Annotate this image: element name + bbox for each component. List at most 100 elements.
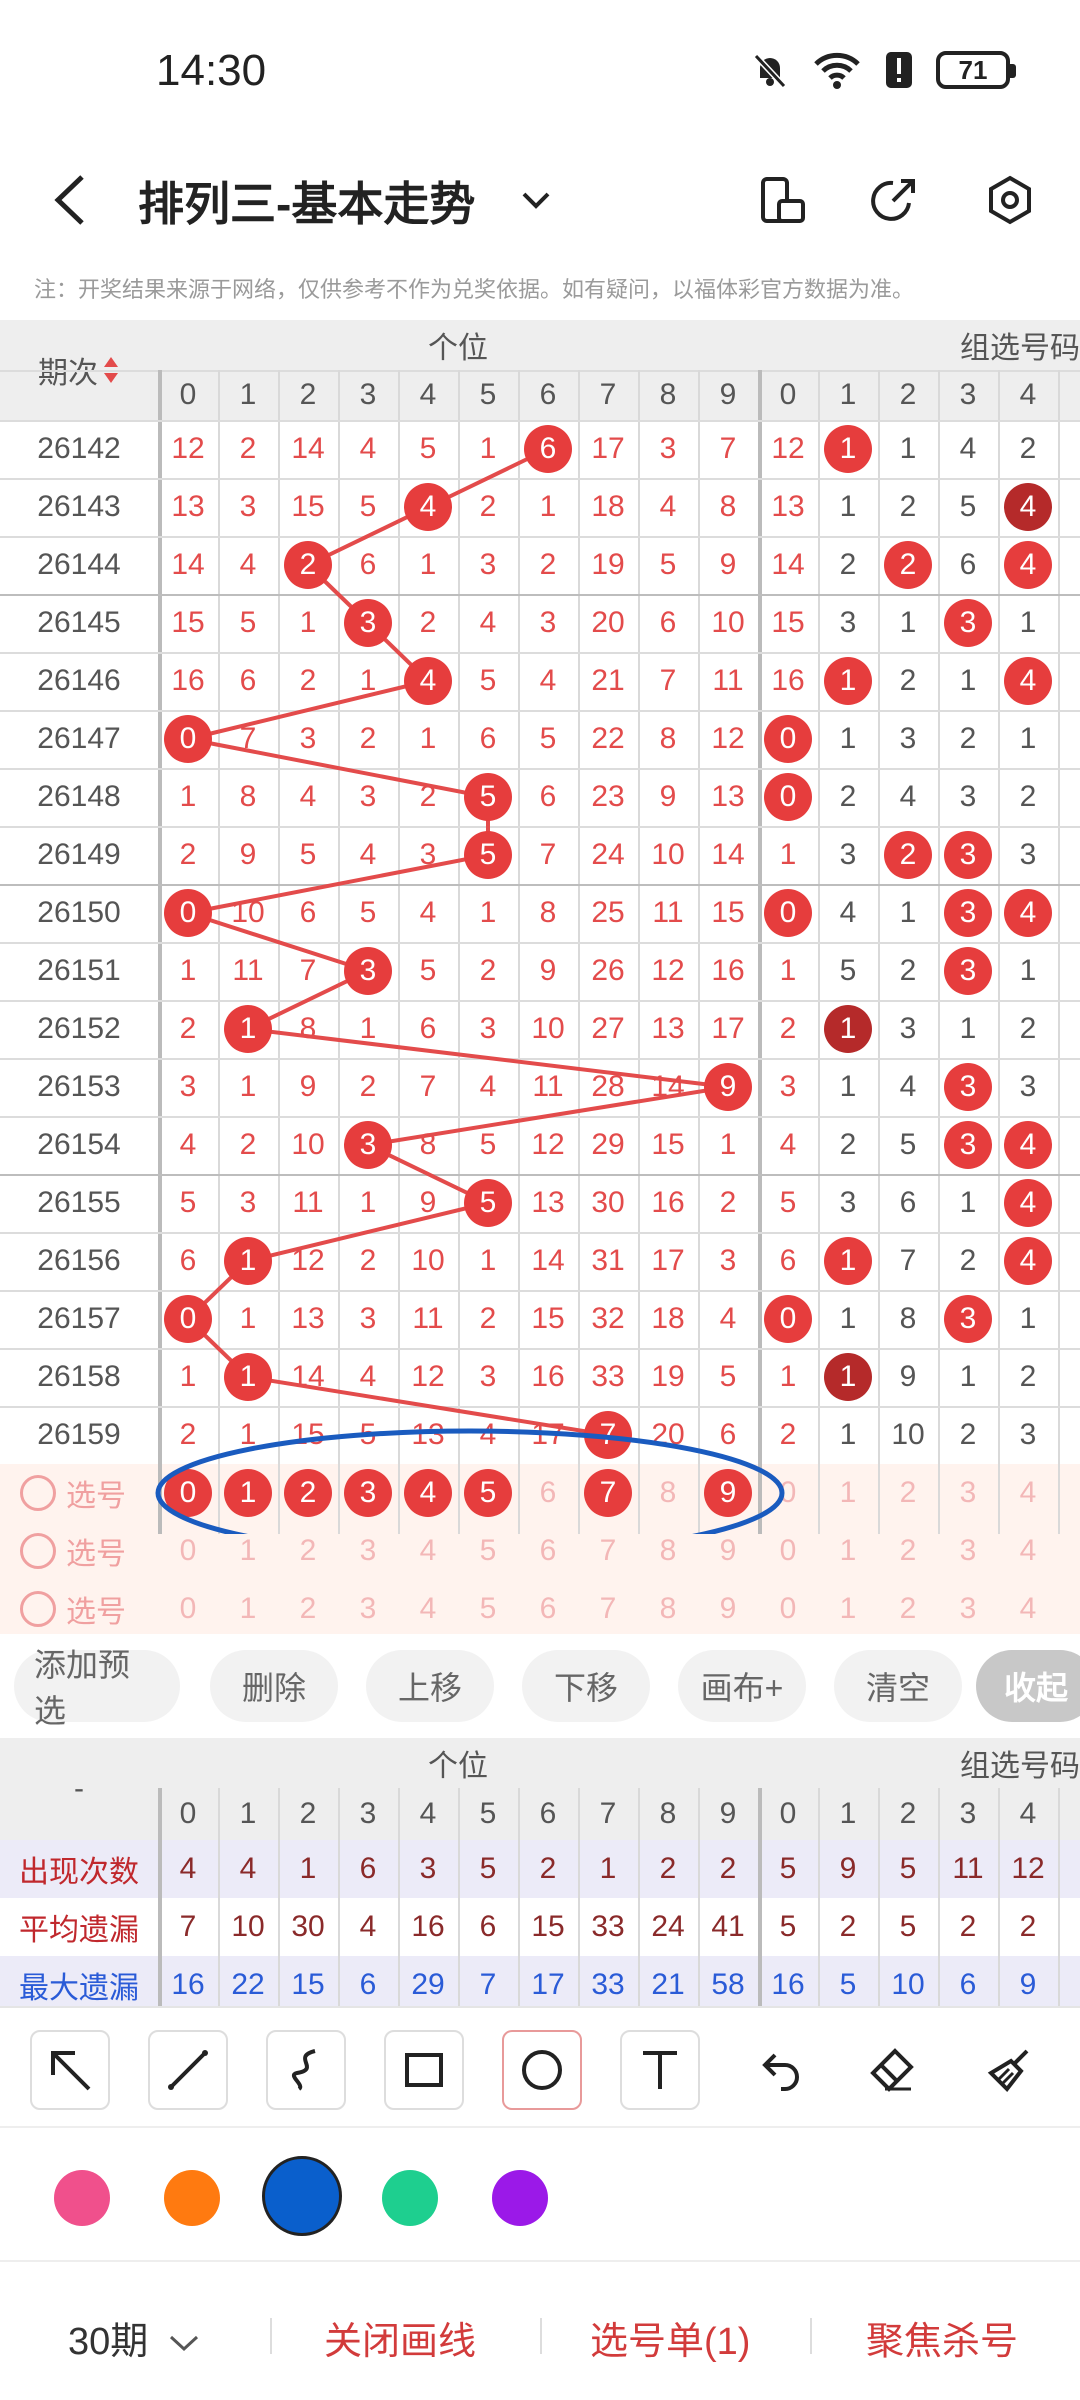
selected-number-ball[interactable]: 2 — [284, 1469, 332, 1517]
undo-button[interactable] — [738, 2030, 818, 2110]
trend-line — [185, 447, 729, 1437]
clear-button[interactable]: 清空 — [834, 1650, 962, 1722]
collapse-button[interactable]: 收起 — [976, 1650, 1080, 1722]
ticket-button[interactable]: 选号单(1) — [590, 2310, 750, 2365]
text-tool[interactable] — [620, 2030, 700, 2110]
color-swatch-pink[interactable] — [54, 2170, 110, 2226]
selected-number-ball[interactable]: 4 — [404, 1469, 452, 1517]
selectable-group-number[interactable]: 0 — [758, 1580, 818, 1638]
circle-tool[interactable] — [502, 2030, 582, 2110]
settings-button[interactable] — [974, 164, 1046, 236]
stats-value: 7 — [179, 1910, 197, 1943]
selectable-group-number[interactable]: 0 — [758, 1464, 818, 1522]
selectable-number[interactable]: 5 — [458, 1580, 518, 1638]
select-row-toggle[interactable]: 选号 — [20, 1464, 160, 1522]
selectable-number[interactable]: 8 — [638, 1580, 698, 1638]
selectable-number[interactable]: 9 — [698, 1522, 758, 1580]
select-row-toggle[interactable]: 选号 — [20, 1522, 160, 1580]
canvas-plus-button[interactable]: 画布+ — [678, 1650, 806, 1722]
selectable-group-number[interactable]: 1 — [818, 1522, 878, 1580]
selectable-group-number[interactable]: 1 — [818, 1580, 878, 1638]
stats-digit-header: 4 — [419, 1797, 437, 1830]
selected-number-ball[interactable]: 7 — [584, 1469, 632, 1517]
selectable-number[interactable]: 0 — [158, 1522, 218, 1580]
stats-digit-header: 8 — [659, 1797, 677, 1830]
selectable-number[interactable]: 3 — [338, 1522, 398, 1580]
move-up-button[interactable]: 上移 — [366, 1650, 494, 1722]
selectable-group-number[interactable]: 3 — [938, 1580, 998, 1638]
selectable-number[interactable]: 6 — [518, 1522, 578, 1580]
delete-button[interactable]: 删除 — [210, 1650, 338, 1722]
focus-kill-button[interactable]: 聚焦杀号 — [866, 2310, 1018, 2365]
selected-number-ball[interactable]: 5 — [464, 1469, 512, 1517]
select-radio[interactable] — [20, 1591, 56, 1627]
select-label-text: 选号 — [66, 1480, 126, 1513]
selectable-number[interactable]: 8 — [638, 1522, 698, 1580]
add-preselect-button[interactable]: 添加预选 — [14, 1647, 180, 1729]
separator — [540, 2318, 542, 2354]
selectable-number[interactable]: 5 — [458, 1522, 518, 1580]
stats-value: 7 — [479, 1968, 497, 2001]
selectable-group-number[interactable]: 3 — [938, 1522, 998, 1580]
selected-number-ball[interactable]: 9 — [704, 1469, 752, 1517]
move-down-button[interactable]: 下移 — [522, 1650, 650, 1722]
group-hit-ball: 0 — [764, 889, 812, 937]
selectable-number[interactable]: 8 — [638, 1464, 698, 1522]
rotate-screen-button[interactable] — [746, 164, 818, 236]
selectable-group-number[interactable]: 4 — [998, 1580, 1058, 1638]
eraser-button[interactable] — [852, 2030, 932, 2110]
selectable-group-number[interactable]: 3 — [938, 1464, 998, 1522]
close-lines-button[interactable]: 关闭画线 — [324, 2310, 476, 2365]
back-button[interactable] — [40, 160, 100, 240]
stats-value: 33 — [591, 1968, 625, 2001]
stats-value: 1 — [299, 1852, 317, 1885]
selectable-group-number[interactable]: 4 — [998, 1464, 1058, 1522]
color-swatch-blue-selected[interactable] — [262, 2156, 342, 2236]
group-hit-ball: 4 — [1004, 889, 1052, 937]
color-swatch-purple[interactable] — [492, 2170, 548, 2226]
selectable-group-number[interactable]: 1 — [818, 1464, 878, 1522]
selectable-group-number[interactable]: 2 — [878, 1464, 938, 1522]
arrow-tool[interactable] — [30, 2030, 110, 2110]
select-radio[interactable] — [20, 1533, 56, 1569]
selectable-number[interactable]: 6 — [518, 1580, 578, 1638]
title-dropdown-button[interactable] — [516, 170, 556, 230]
group-hit-ball: 4 — [1004, 541, 1052, 589]
selectable-number[interactable]: 4 — [398, 1522, 458, 1580]
selectable-number[interactable]: 3 — [338, 1580, 398, 1638]
separator — [810, 2318, 812, 2354]
group-hit-ball: 0 — [764, 715, 812, 763]
selectable-number[interactable]: 7 — [578, 1580, 638, 1638]
curve-tool[interactable] — [266, 2030, 346, 2110]
selectable-group-number[interactable]: 0 — [758, 1522, 818, 1580]
selected-number-ball[interactable]: 0 — [164, 1469, 212, 1517]
stats-group-value: 2 — [839, 1910, 857, 1943]
color-swatch-green[interactable] — [382, 2170, 438, 2226]
selectable-number[interactable]: 6 — [518, 1464, 578, 1522]
group-hit-ball: 4 — [1004, 1121, 1052, 1169]
selectable-number[interactable]: 9 — [698, 1580, 758, 1638]
select-row-toggle[interactable]: 选号 — [20, 1580, 160, 1638]
selectable-number[interactable]: 1 — [218, 1522, 278, 1580]
page-title[interactable]: 排列三-基本走势 — [138, 168, 475, 234]
selectable-number[interactable]: 2 — [278, 1522, 338, 1580]
stats-value: 21 — [651, 1968, 685, 2001]
selectable-number[interactable]: 0 — [158, 1580, 218, 1638]
color-swatch-orange[interactable] — [164, 2170, 220, 2226]
selectable-group-number[interactable]: 4 — [998, 1522, 1058, 1580]
share-button[interactable] — [858, 164, 930, 236]
selectable-number[interactable]: 7 — [578, 1522, 638, 1580]
rectangle-tool[interactable] — [384, 2030, 464, 2110]
selectable-number[interactable]: 1 — [218, 1580, 278, 1638]
period-count-selector[interactable]: 30期 — [68, 2310, 201, 2365]
clear-canvas-button[interactable] — [970, 2030, 1050, 2110]
line-tool[interactable] — [148, 2030, 228, 2110]
selected-number-ball[interactable]: 3 — [344, 1469, 392, 1517]
selectable-group-number[interactable]: 2 — [878, 1580, 938, 1638]
selectable-number[interactable]: 4 — [398, 1580, 458, 1638]
selectable-group-number[interactable]: 2 — [878, 1522, 938, 1580]
battery-indicator: 71 — [936, 51, 1016, 89]
selectable-number[interactable]: 2 — [278, 1580, 338, 1638]
select-radio[interactable] — [20, 1475, 56, 1511]
selected-number-ball[interactable]: 1 — [224, 1469, 272, 1517]
